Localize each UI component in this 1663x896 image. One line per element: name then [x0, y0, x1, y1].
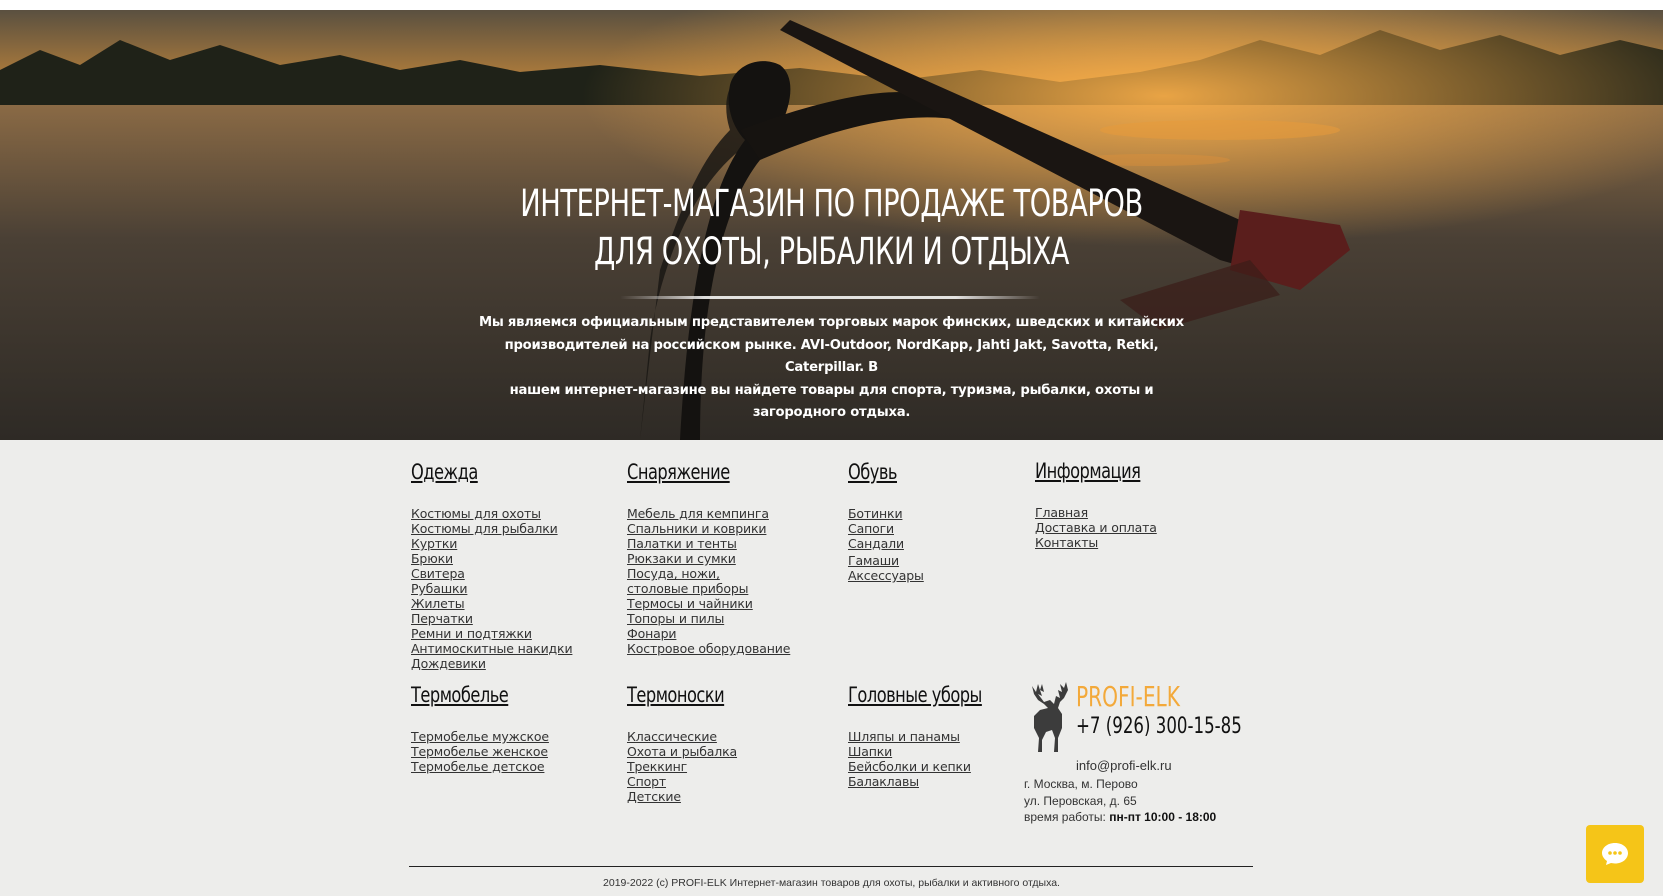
menu-link[interactable]: Главная: [1035, 505, 1158, 520]
menu-link[interactable]: Палатки и тенты: [627, 536, 790, 551]
address-line: ул. Перовская, д. 65: [1024, 793, 1137, 808]
elk-logo-icon: [1032, 682, 1068, 752]
menu-link[interactable]: Спальники и коврики: [627, 521, 790, 536]
menu-link[interactable]: Термобелье детское: [411, 759, 549, 774]
menu-link[interactable]: Ремни и подтяжки: [411, 626, 572, 641]
menu-link[interactable]: Жилеты: [411, 596, 572, 611]
menu-link[interactable]: Ботинки: [848, 506, 924, 521]
email-link[interactable]: info@profi-elk.ru: [1076, 758, 1172, 773]
menu-link[interactable]: Охота и рыбалка: [627, 744, 740, 759]
hero-divider: [620, 296, 1040, 299]
menu-link[interactable]: Термосы и чайники: [627, 596, 790, 611]
menu-link[interactable]: Гамаши: [848, 553, 924, 568]
menu-hats: Головные уборы Шляпы и панамы Шапки Бейс…: [848, 683, 1004, 789]
address-block: г. Москва, м. Перово ул. Перовская, д. 6…: [1024, 776, 1216, 826]
menu-link[interactable]: Аксессуары: [848, 568, 924, 583]
chat-button[interactable]: [1586, 825, 1644, 883]
menu-socks-title[interactable]: Термоноски: [627, 683, 725, 707]
menu-link[interactable]: Костюмы для рыбалки: [411, 521, 572, 536]
hero-title: ИНТЕРНЕТ-МАГАЗИН ПО ПРОДАЖЕ ТОВАРОВ ДЛЯ …: [520, 182, 1143, 273]
menu-link[interactable]: Сандали: [848, 536, 924, 551]
menu-link[interactable]: Брюки: [411, 551, 572, 566]
chat-icon: [1602, 843, 1628, 865]
phone-number[interactable]: +7 (926) 300-15-85: [1076, 714, 1242, 739]
menu-info-title[interactable]: Информация: [1035, 459, 1141, 483]
menu-link[interactable]: Термобелье женское: [411, 744, 549, 759]
hero-description: Мы являемся официальным представителем т…: [479, 315, 1184, 420]
menu-link[interactable]: Рубашки: [411, 581, 572, 596]
copyright-text: 2019-2022 (с) PROFI-ELK Интернет-магазин…: [603, 877, 1060, 889]
menu-link[interactable]: Треккинг: [627, 759, 740, 774]
menu-link[interactable]: Топоры и пилы: [627, 611, 790, 626]
menu-gear: Снаряжение Мебель для кемпинга Спальники…: [627, 460, 790, 656]
menu-link[interactable]: Дождевики: [411, 656, 572, 671]
menu-link[interactable]: Детские: [627, 789, 740, 804]
menu-link[interactable]: Мебель для кемпинга: [627, 506, 790, 521]
menu-link[interactable]: Шляпы и панамы: [848, 729, 1004, 744]
menu-link[interactable]: Фонари: [627, 626, 790, 641]
menu-link[interactable]: Классические: [627, 729, 740, 744]
menu-info: Информация Главная Доставка и оплата Кон…: [1035, 459, 1158, 550]
menu-link[interactable]: Костровое оборудование: [627, 641, 790, 656]
menu-gear-title[interactable]: Снаряжение: [627, 460, 767, 484]
menu-link[interactable]: Бейсболки и кепки: [848, 759, 1004, 774]
menu-link[interactable]: Контакты: [1035, 535, 1158, 550]
menu-link[interactable]: Куртки: [411, 536, 572, 551]
menu-link[interactable]: столовые приборы: [627, 581, 790, 596]
menu-link[interactable]: Рюкзаки и сумки: [627, 551, 790, 566]
menu-link[interactable]: Спорт: [627, 774, 740, 789]
menu-clothing: Одежда Костюмы для охоты Костюмы для рыб…: [411, 460, 573, 671]
address-line: г. Москва, м. Перово: [1024, 777, 1138, 791]
menu-link[interactable]: Антимоскитные накидки: [411, 641, 573, 656]
top-bar: [0, 0, 1663, 10]
footer-divider: [409, 866, 1253, 867]
menu-link[interactable]: Костюмы для охоты: [411, 506, 572, 521]
menu-hats-title[interactable]: Головные уборы: [848, 683, 982, 707]
menu-clothing-title[interactable]: Одежда: [411, 460, 550, 484]
menu-link[interactable]: Перчатки: [411, 611, 572, 626]
menu-link[interactable]: Доставка и оплата: [1035, 520, 1158, 535]
menu-link[interactable]: Термобелье мужское: [411, 729, 549, 744]
menu-link[interactable]: Балаклавы: [848, 774, 1004, 789]
menu-footwear: Обувь Ботинки Сапоги Сандали Гамаши Аксе…: [848, 460, 924, 583]
menu-link[interactable]: Посуда, ножи,: [627, 566, 790, 581]
menu-link[interactable]: Сапоги: [848, 521, 924, 536]
menu-thermal: Термобелье Термобелье мужское Термобелье…: [411, 683, 549, 774]
working-hours: время работы: пн-пт 10:00 - 18:00: [1024, 810, 1217, 824]
brand-name[interactable]: PROFI-ELK: [1076, 680, 1180, 713]
menu-thermal-title[interactable]: Термобелье: [411, 683, 530, 707]
menu-link[interactable]: Свитера: [411, 566, 572, 581]
menu-link[interactable]: Шапки: [848, 744, 1004, 759]
menu-socks: Термоноски Классические Охота и рыбалка …: [627, 683, 740, 804]
menu-footwear-title[interactable]: Обувь: [848, 460, 913, 484]
hero-banner: ИНТЕРНЕТ-МАГАЗИН ПО ПРОДАЖЕ ТОВАРОВ ДЛЯ …: [0, 10, 1663, 440]
